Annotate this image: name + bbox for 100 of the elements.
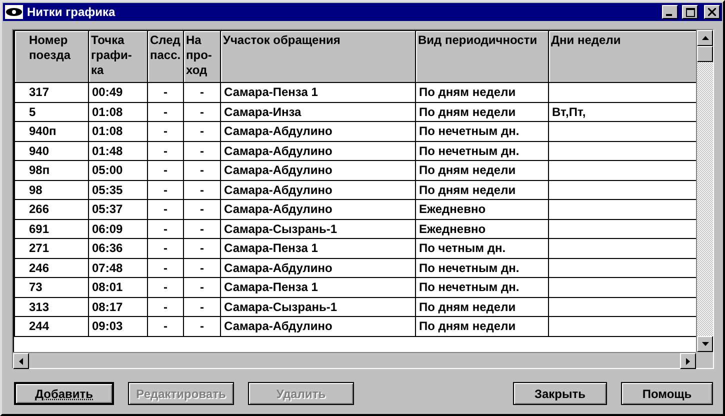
table-cell: 06:36 (92, 241, 123, 256)
column-header[interactable]: Участок обращения (220, 31, 416, 82)
table-cell: По нечетным дн. (419, 280, 520, 294)
table-cell: Самара-Пенза 1 (224, 85, 318, 100)
table-cell: - (200, 241, 204, 256)
table-cell: 5 (29, 104, 36, 119)
window-close-button[interactable] (704, 5, 720, 19)
table-cell: - (164, 300, 168, 314)
table-cell: По нечетным дн. (419, 144, 520, 158)
table-cell: 09:03 (92, 319, 123, 334)
table-cell: Самара-Абдулино (224, 124, 332, 138)
table-cell: Самара-Абдулино (224, 144, 332, 158)
table-cell: - (164, 163, 168, 178)
table-cell: - (164, 202, 168, 216)
table-cell: - (200, 202, 204, 216)
horizontal-scrollbar[interactable] (13, 352, 696, 368)
table-cell: - (200, 260, 204, 275)
minimize-button[interactable] (662, 5, 678, 19)
column-header[interactable]: Точка графи- ка (88, 31, 148, 82)
table-cell: 266 (29, 202, 50, 216)
table-cell: Самара-Инза (224, 104, 302, 119)
vertical-scrollbar[interactable] (696, 30, 713, 352)
table-cell: 98 (29, 182, 42, 197)
scroll-thumb[interactable] (697, 46, 713, 62)
table-cell: 317 (29, 85, 50, 100)
table-cell: Самара-Сызрань-1 (224, 300, 338, 314)
help-button[interactable]: Помощь (621, 382, 713, 405)
table-cell: По дням недели (419, 163, 516, 178)
table-cell: - (164, 241, 168, 256)
column-header[interactable]: На про- ход (184, 31, 220, 82)
table-cell: 01:08 (92, 124, 123, 138)
column-header[interactable]: Дни недели (548, 31, 696, 82)
scroll-up-icon[interactable] (697, 30, 713, 46)
table-cell: По дням недели (419, 104, 516, 119)
table-cell: Ежедневно (419, 202, 486, 216)
table-cell: - (200, 280, 204, 294)
table-cell: - (200, 319, 204, 334)
table-cell: Самара-Пенза 1 (224, 280, 318, 294)
table-cell: Ежедневно (419, 222, 486, 236)
window-title: Нитки графика (27, 5, 116, 19)
table-cell: - (200, 182, 204, 197)
table-cell: Самара-Абдулино (224, 319, 332, 334)
table-cell: - (164, 182, 168, 197)
column-header[interactable]: След пасс. (148, 31, 184, 82)
table-cell: 08:17 (92, 300, 123, 314)
scroll-left-icon[interactable] (13, 353, 29, 369)
column-header[interactable]: Вид периодичности (416, 31, 548, 82)
table-cell: По дням недели (419, 85, 516, 100)
table-cell: По нечетным дн. (419, 260, 520, 275)
table-cell: - (200, 300, 204, 314)
close-icon (708, 8, 716, 16)
scroll-right-icon[interactable] (680, 353, 696, 369)
table-cell: - (200, 124, 204, 138)
table-cell: По дням недели (419, 319, 516, 334)
table-cell: - (200, 144, 204, 158)
table-cell: 05:37 (92, 202, 123, 216)
scrollbar-corner (696, 352, 713, 368)
table-cell: Самара-Абдулино (224, 260, 332, 275)
table-cell: Самара-Абдулино (224, 163, 332, 178)
maximize-icon (686, 8, 694, 16)
table-cell: - (164, 319, 168, 334)
table-cell: 73 (29, 280, 42, 294)
table-cell: 940п (29, 124, 56, 138)
table-cell: 940 (29, 144, 50, 158)
table-cell: По четным дн. (419, 241, 506, 256)
table-cell: - (200, 163, 204, 178)
table-cell: - (164, 104, 168, 119)
table-cell: - (200, 85, 204, 100)
table-cell: - (200, 222, 204, 236)
table-cell: 07:48 (92, 260, 123, 275)
table-cell: - (164, 144, 168, 158)
table-cell: 691 (29, 222, 50, 236)
table-cell: 08:01 (92, 280, 123, 294)
close-button[interactable]: Закрыть (513, 382, 607, 405)
table-cell: Самара-Абдулино (224, 202, 332, 216)
scroll-down-icon[interactable] (697, 336, 713, 352)
table-cell: - (164, 260, 168, 275)
table-cell: - (164, 124, 168, 138)
table-cell: 313 (29, 300, 50, 314)
maximize-button[interactable] (682, 5, 698, 19)
column-header[interactable]: Номер поезда (14, 31, 88, 82)
table-cell: 00:49 (92, 85, 123, 100)
table-cell: 05:00 (92, 163, 123, 178)
table-cell: По дням недели (419, 182, 516, 197)
add-button[interactable]: Добавить (14, 382, 114, 405)
table-cell: Вт,Пт, (552, 104, 586, 119)
table-cell: Самара-Абдулино (224, 182, 332, 197)
table-cell: - (164, 222, 168, 236)
table-cell: 01:08 (92, 104, 123, 119)
table-cell: 05:35 (92, 182, 123, 197)
table-cell: По нечетным дн. (419, 124, 520, 138)
table-cell: 244 (29, 319, 50, 334)
table-cell: 06:09 (92, 222, 123, 236)
eye-icon (5, 5, 23, 19)
table-cell: 271 (29, 241, 50, 256)
table-cell: Самара-Сызрань-1 (224, 222, 338, 236)
table-cell: - (164, 85, 168, 100)
table-cell: По дням недели (419, 300, 516, 314)
table-cell: 98п (29, 163, 50, 178)
table-cell: 01:48 (92, 144, 123, 158)
